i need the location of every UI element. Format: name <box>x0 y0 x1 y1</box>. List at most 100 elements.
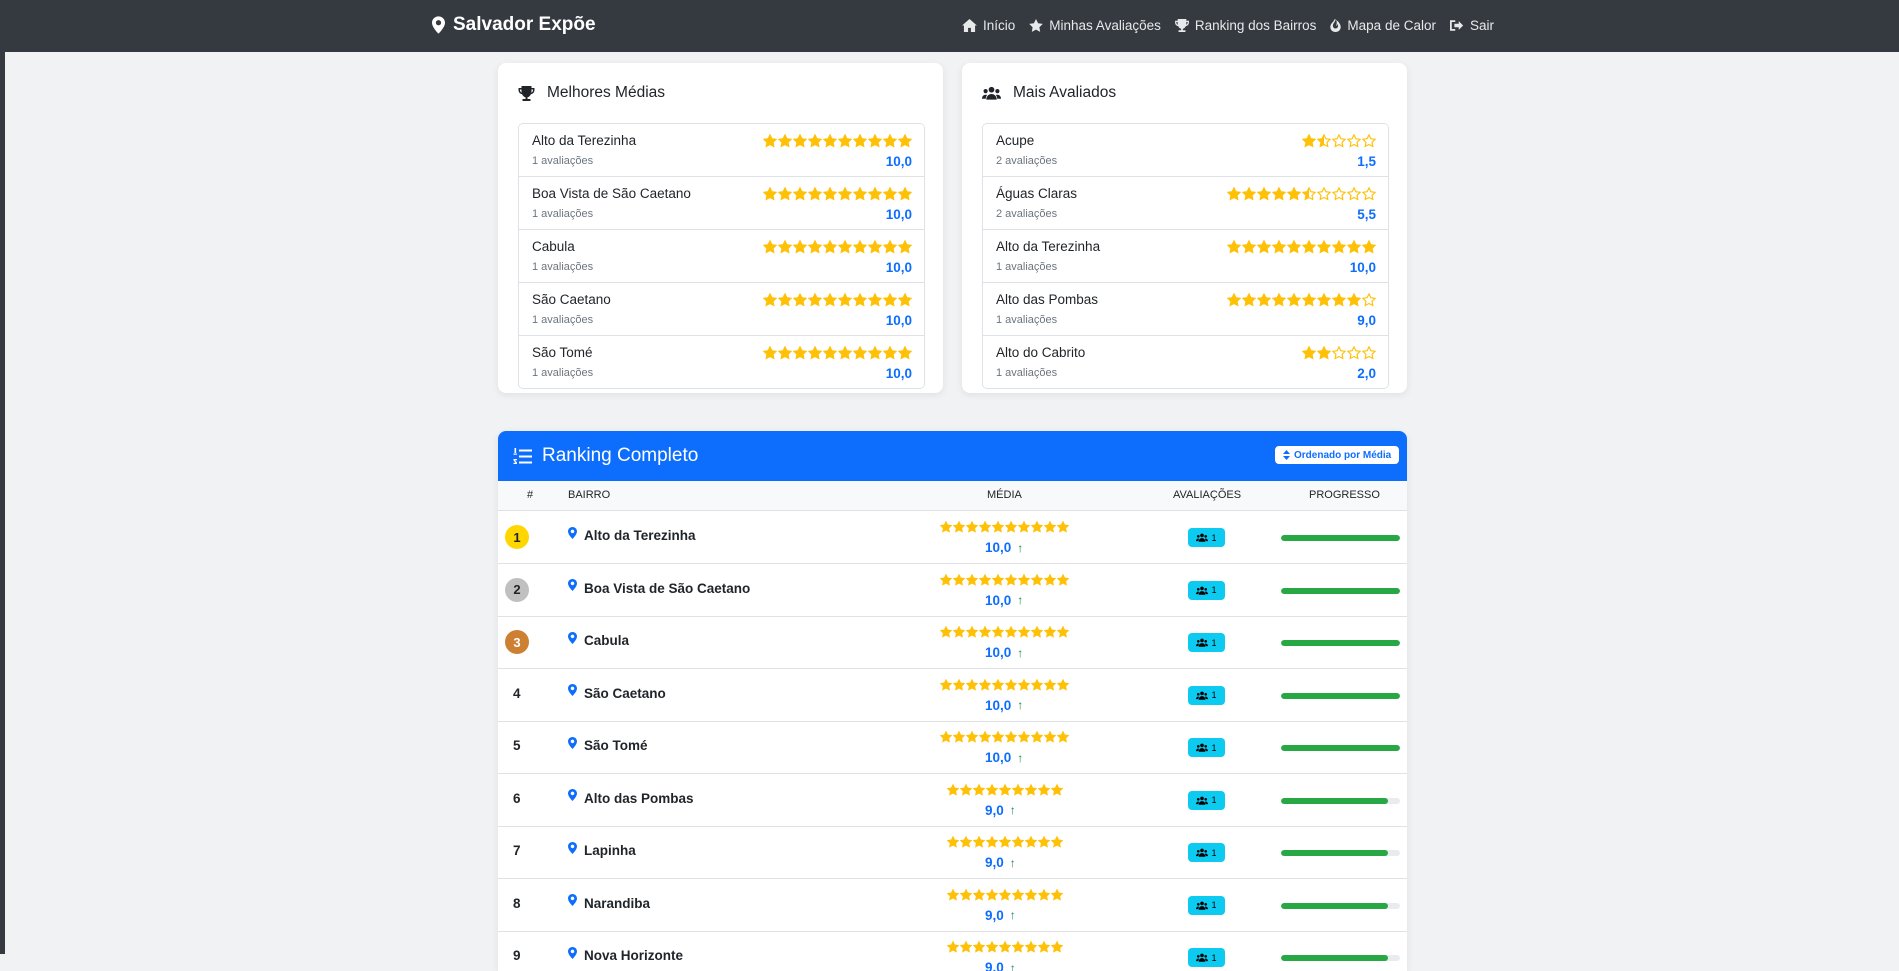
media-score: 10,0↑ <box>985 540 1023 555</box>
nav-inicio[interactable]: Início <box>962 18 1015 33</box>
list-item[interactable]: São Tomé1 avaliações10,0 <box>519 336 924 388</box>
bairro-cell[interactable]: Cabula <box>568 633 629 648</box>
table-row[interactable]: 7Lapinha9,0↑1 <box>498 826 1407 879</box>
star-filled-icon <box>1317 293 1331 307</box>
nav-ranking[interactable]: Ranking dos Bairros <box>1175 18 1317 33</box>
star-filled-icon <box>1051 784 1063 796</box>
star-filled-icon <box>778 293 792 307</box>
table-row[interactable]: 8Narandiba9,0↑1 <box>498 879 1407 932</box>
score: 9,0 <box>1357 313 1376 328</box>
star-filled-icon <box>992 574 1004 586</box>
list-item[interactable]: Alto das Pombas1 avaliações9,0 <box>983 283 1388 336</box>
star-filled-icon <box>947 889 959 901</box>
rank-number: 5 <box>513 738 521 753</box>
star-filled-icon <box>1044 574 1056 586</box>
nav-mapa-calor-label: Mapa de Calor <box>1347 18 1436 33</box>
list-item[interactable]: Cabula1 avaliações10,0 <box>519 230 924 283</box>
sort-icon <box>1283 450 1290 460</box>
star-filled-icon <box>1347 240 1361 254</box>
list-item[interactable]: São Caetano1 avaliações10,0 <box>519 283 924 336</box>
star-filled-icon <box>986 836 998 848</box>
list-item[interactable]: Alto do Cabrito1 avaliações2,0 <box>983 336 1388 388</box>
nav-minhas-avaliacoes[interactable]: Minhas Avaliações <box>1029 18 1161 33</box>
bairro-cell[interactable]: Alto da Terezinha <box>568 528 696 543</box>
bairro-name: Cabula <box>584 633 629 648</box>
media-score: 10,0↑ <box>985 645 1023 660</box>
star-filled-icon <box>1227 293 1241 307</box>
list-item[interactable]: Acupe2 avaliações1,5 <box>983 124 1388 177</box>
bairro-cell[interactable]: Narandiba <box>568 896 650 911</box>
star-filled-icon <box>793 134 807 148</box>
bairro-cell[interactable]: Alto das Pombas <box>568 791 694 806</box>
avaliacoes-count: 1 avaliações <box>532 208 593 220</box>
sort-badge[interactable]: Ordenado por Média <box>1275 446 1399 464</box>
nav-mapa-calor[interactable]: Mapa de Calor <box>1330 18 1436 33</box>
bairro-cell[interactable]: Nova Horizonte <box>568 948 683 963</box>
media-score: 10,0↑ <box>985 750 1023 765</box>
users-icon <box>1196 953 1208 962</box>
list-item[interactable]: Boa Vista de São Caetano1 avaliações10,0 <box>519 177 924 230</box>
map-pin-icon <box>568 842 577 854</box>
star-filled-icon <box>808 346 822 360</box>
card-mais-avaliados: Mais Avaliados Acupe2 avaliações1,5Águas… <box>962 63 1407 393</box>
table-row[interactable]: 3Cabula10,0↑1 <box>498 616 1407 669</box>
map-pin-icon <box>568 894 577 906</box>
bairro-cell[interactable]: São Caetano <box>568 686 666 701</box>
bairro-cell[interactable]: São Tomé <box>568 738 648 753</box>
table-row[interactable]: 2Boa Vista de São Caetano10,0↑1 <box>498 564 1407 617</box>
avaliacoes-badge: 1 <box>1188 686 1225 705</box>
avaliacoes-count: 1 avaliações <box>996 261 1057 273</box>
media-score: 9,0↑ <box>985 908 1016 923</box>
star-filled-icon <box>1317 346 1331 360</box>
star-rating <box>947 784 1063 796</box>
progress-fill <box>1281 903 1388 909</box>
table-row[interactable]: 1Alto da Terezinha10,0↑1 <box>498 511 1407 564</box>
avaliacoes-count: 2 avaliações <box>996 155 1057 167</box>
avaliacoes-count: 1 avaliações <box>996 367 1057 379</box>
table-row[interactable]: 6Alto das Pombas9,0↑1 <box>498 774 1407 827</box>
star-filled-icon <box>1227 240 1241 254</box>
star-half-icon <box>1317 134 1331 148</box>
avaliacoes-count: 1 avaliações <box>532 261 593 273</box>
score: 10,0 <box>886 366 912 381</box>
star-filled-icon <box>763 346 777 360</box>
star-filled-icon <box>966 521 978 533</box>
star-filled-icon <box>1031 626 1043 638</box>
card-title-text: Melhores Médias <box>547 84 665 102</box>
th-rank: # <box>527 489 533 501</box>
star-filled-icon <box>1012 889 1024 901</box>
avaliacoes-count: 1 avaliações <box>996 314 1057 326</box>
rank-medal: 3 <box>505 630 529 654</box>
progress-fill <box>1281 798 1388 804</box>
list-item[interactable]: Águas Claras2 avaliações5,5 <box>983 177 1388 230</box>
star-filled-icon <box>823 240 837 254</box>
star-filled-icon <box>763 187 777 201</box>
star-filled-icon <box>1038 889 1050 901</box>
table-row[interactable]: 4São Caetano10,0↑1 <box>498 669 1407 722</box>
star-filled-icon <box>1005 731 1017 743</box>
table-row[interactable]: 5São Tomé10,0↑1 <box>498 721 1407 774</box>
star-filled-icon <box>1031 731 1043 743</box>
table-row[interactable]: 9Nova Horizonte9,0↑1 <box>498 931 1407 971</box>
users-icon <box>1196 533 1208 542</box>
nav-sair[interactable]: Sair <box>1450 18 1494 33</box>
star-filled-icon <box>1257 187 1271 201</box>
bairro-cell[interactable]: Lapinha <box>568 843 636 858</box>
avaliacoes-badge: 1 <box>1188 791 1225 810</box>
star-filled-icon <box>778 346 792 360</box>
star-filled-icon <box>966 679 978 691</box>
list-item[interactable]: Alto da Terezinha1 avaliações10,0 <box>983 230 1388 283</box>
brand[interactable]: Salvador Expõe <box>432 14 596 36</box>
star-filled-icon <box>1025 836 1037 848</box>
bairro-cell[interactable]: Boa Vista de São Caetano <box>568 581 750 596</box>
progress-bar <box>1281 640 1400 646</box>
trend-up-icon: ↑ <box>1017 646 1023 660</box>
star-filled-icon <box>1038 941 1050 953</box>
star-filled-icon <box>838 346 852 360</box>
users-icon <box>1196 796 1208 805</box>
list-item[interactable]: Alto da Terezinha1 avaliações10,0 <box>519 124 924 177</box>
star-filled-icon <box>1031 574 1043 586</box>
star-filled-icon <box>868 240 882 254</box>
star-filled-icon <box>763 134 777 148</box>
star-filled-icon <box>979 679 991 691</box>
